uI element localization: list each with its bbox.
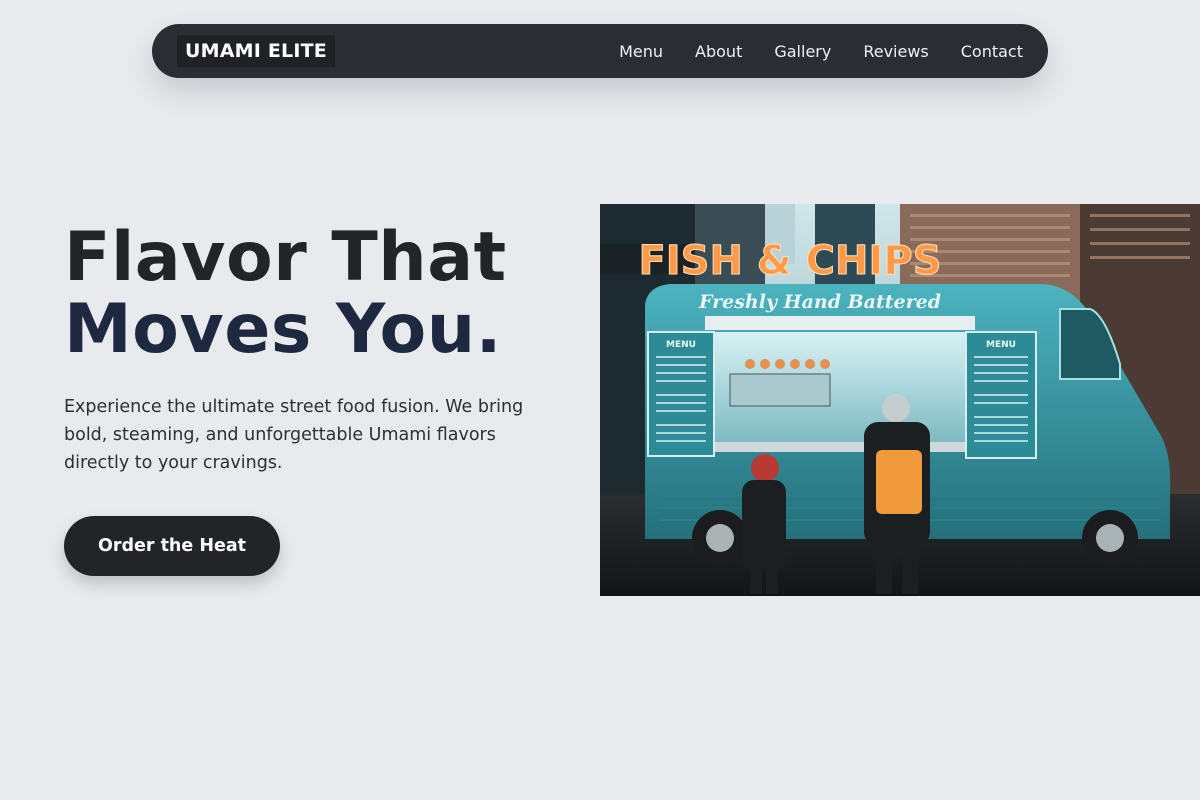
hero-title-line1: Flavor That: [64, 218, 507, 297]
awning-text: Freshly Hand Battered: [698, 291, 941, 313]
hero-description: Experience the ultimate street food fusi…: [64, 397, 524, 473]
sign-text: FISH & CHIPS: [638, 238, 941, 284]
nav-link-about[interactable]: About: [695, 42, 742, 61]
hero-title-line2: Moves You.: [64, 290, 502, 369]
hero-title: Flavor That Moves You.: [64, 222, 507, 366]
brand-logo[interactable]: UMAMI ELITE: [177, 35, 335, 67]
nav-link-menu[interactable]: Menu: [619, 42, 663, 61]
menu-board-right: MENU: [986, 340, 1016, 350]
nav-link-reviews[interactable]: Reviews: [863, 42, 928, 61]
food-truck-illustration: FISH & CHIPS Freshly Hand Battered MENU …: [600, 204, 1200, 596]
nav-links: Menu About Gallery Reviews Contact: [587, 42, 1023, 61]
order-button[interactable]: Order the Heat: [64, 516, 280, 576]
hero-image-food-truck: FISH & CHIPS Freshly Hand Battered MENU …: [600, 204, 1200, 596]
top-nav: UMAMI ELITE Menu About Gallery Reviews C…: [152, 24, 1048, 78]
menu-board-left: MENU: [666, 340, 696, 350]
nav-link-contact[interactable]: Contact: [961, 42, 1023, 61]
nav-link-gallery[interactable]: Gallery: [774, 42, 831, 61]
